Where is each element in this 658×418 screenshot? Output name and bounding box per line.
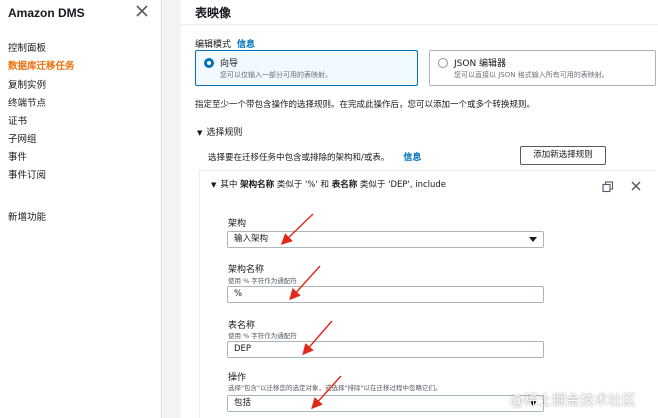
selection-desc-text: 选择要在迁移任务中包含或排除的架构和/或表。 xyxy=(208,153,390,163)
info-link[interactable]: 信息 xyxy=(237,40,255,50)
add-selection-rule-button[interactable]: 添加新选择规则 xyxy=(520,146,606,165)
sidebar: Amazon DMS 控制面板 数据库迁移任务 复制实例 终端节点 证书 子网组… xyxy=(0,0,162,418)
schema-name-input[interactable]: % xyxy=(227,286,544,303)
schema-select[interactable]: 输入架构 xyxy=(227,231,544,248)
table-name-hint: 使用 % 字符作为通配符 xyxy=(228,332,297,340)
sidebar-title: Amazon DMS xyxy=(8,6,85,20)
close-icon[interactable] xyxy=(630,180,642,192)
mode-card-json-editor[interactable]: JSON 编辑器 您可以直接以 JSON 格式输入所有可用的表映射。 xyxy=(429,50,656,86)
sidebar-item-replication-instances[interactable]: 复制实例 xyxy=(8,77,46,91)
close-icon[interactable] xyxy=(134,3,150,19)
rule-table-key: 表名称 xyxy=(331,180,358,190)
rule-schema-key: 架构名称 xyxy=(240,180,275,190)
sidebar-item-new-features[interactable]: 新增功能 xyxy=(8,209,46,223)
edit-mode-text: 编辑模式 xyxy=(195,40,232,50)
sidebar-item-migration-tasks[interactable]: 数据库迁移任务 xyxy=(8,58,75,72)
sidebar-item-endpoints[interactable]: 终端节点 xyxy=(8,95,46,109)
mode-wizard-title: 向导 xyxy=(220,59,239,69)
sidebar-item-events[interactable]: 事件 xyxy=(8,149,27,163)
main-panel: 表映像 编辑模式 信息 向导 您可以仅输入一部分可用的表映射。 JSON 编辑器 … xyxy=(181,0,658,418)
mode-card-wizard[interactable]: 向导 您可以仅输入一部分可用的表映射。 xyxy=(195,50,418,86)
layout-gutter xyxy=(163,0,181,418)
table-name-input[interactable]: DEP xyxy=(227,341,544,358)
sidebar-item-dashboard[interactable]: 控制面板 xyxy=(8,40,46,54)
schema-name-hint: 使用 % 字符作为通配符 xyxy=(228,277,297,285)
header-divider xyxy=(181,24,658,25)
mode-wizard-desc: 您可以仅输入一部分可用的表映射。 xyxy=(220,71,332,79)
action-hint: 选择"包含"以迁移您的选定对象，或选择"排除"以在迁移过程中忽略它们。 xyxy=(228,384,442,392)
watermark: @稀土掘金技术社区 xyxy=(510,393,636,409)
schema-name-label: 架构名称 xyxy=(228,265,265,275)
help-text: 指定至少一个带包含操作的选择规则。在完成此操作后，您可以添加一个或多个转换规则。 xyxy=(195,100,536,110)
radio-wizard[interactable] xyxy=(204,58,214,68)
radio-json-editor[interactable] xyxy=(438,58,448,68)
edit-mode-label: 编辑模式 信息 xyxy=(195,37,255,50)
action-select-value: 包括 xyxy=(234,398,252,408)
rule-header[interactable]: ▼ 其中 架构名称 类似于 '%' 和 表名称 类似于 'DEP', includ… xyxy=(211,178,446,190)
sidebar-item-subnet-groups[interactable]: 子网组 xyxy=(8,131,37,145)
schema-select-value: 输入架构 xyxy=(234,234,269,244)
caret-down-icon: ▼ xyxy=(197,129,203,137)
rule-prefix: 其中 xyxy=(220,180,238,190)
page-title: 表映像 xyxy=(195,6,232,20)
mode-json-title: JSON 编辑器 xyxy=(454,59,507,69)
selection-info-link[interactable]: 信息 xyxy=(403,153,421,163)
sidebar-item-event-subscriptions[interactable]: 事件订阅 xyxy=(8,167,46,181)
selection-rules-heading: 选择规则 xyxy=(206,128,243,138)
rule-schema-like: 类似于 '%' 和 xyxy=(276,180,329,190)
action-select[interactable]: 包括 xyxy=(227,395,544,412)
sidebar-item-certificates[interactable]: 证书 xyxy=(8,113,27,127)
copy-icon[interactable] xyxy=(602,181,614,193)
chevron-down-icon xyxy=(529,237,537,242)
schema-label: 架构 xyxy=(228,219,247,229)
mode-json-desc: 您可以直接以 JSON 格式输入所有可用的表映射。 xyxy=(454,71,609,79)
caret-down-icon: ▼ xyxy=(211,181,217,189)
rule-table-like: 类似于 'DEP', include xyxy=(359,180,447,190)
selection-description: 选择要在迁移任务中包含或排除的架构和/或表。 信息 xyxy=(208,150,421,163)
selection-rules-toggle[interactable]: ▼ 选择规则 xyxy=(197,125,242,138)
